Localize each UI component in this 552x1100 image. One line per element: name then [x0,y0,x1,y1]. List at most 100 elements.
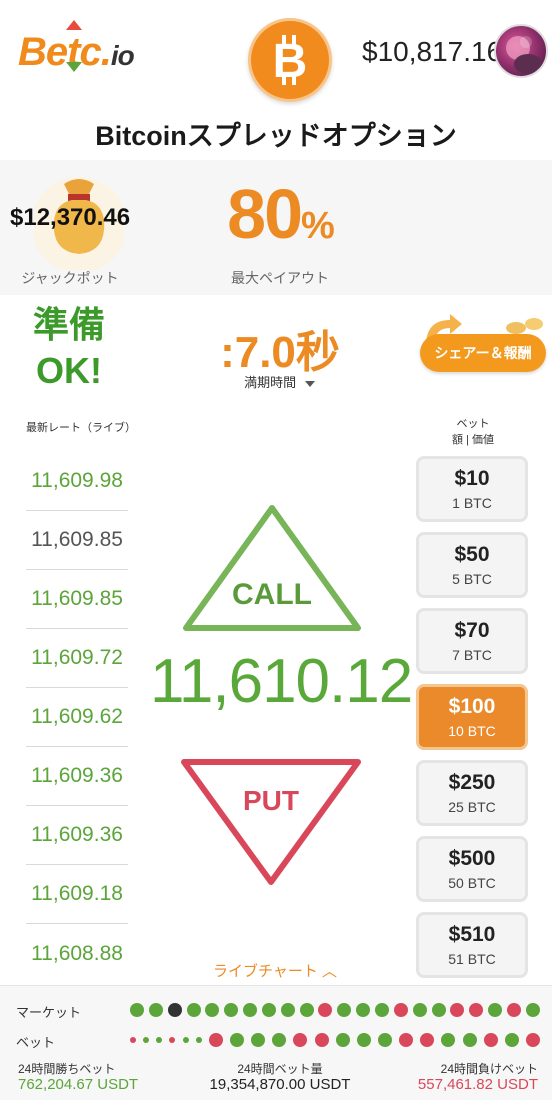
history-dot [261,1003,276,1017]
history-dot [431,1003,446,1017]
bet-amount: $10 [454,467,490,490]
market-label: マーケット [16,1005,82,1020]
bet-amount: $50 [454,543,490,566]
put-button[interactable]: PUT [178,756,364,888]
live-chart-toggle[interactable]: ライブチャート ︿ [190,960,360,981]
history-dot [148,1003,163,1017]
stats-panel: $12,370.46 ジャックポット 80% 最大ペイアウト [0,160,552,295]
bitcoin-icon: B [248,18,332,102]
rate-row: 11,609.36 [26,747,128,806]
history-dot [469,1003,484,1017]
history-dot [356,1003,371,1017]
history-dot [441,1033,456,1047]
history-dot [156,1037,163,1043]
rate-row: 11,609.98 [26,452,128,511]
rate-row: 11,609.36 [26,806,128,865]
bet-volume-stat: 24時間ベット量 19,354,870.00 USDT [192,1061,368,1093]
history-dot [525,1033,540,1047]
svg-text:B: B [273,35,308,87]
win-bets-stat: 24時間勝ちベット 762,204.67 USDT [18,1061,138,1093]
bet-amount: $250 [448,771,496,794]
payout-number: 80 [227,175,303,253]
footer-panel: マーケット ベット 24時間勝ちベット 762,204.67 USDT 24時間… [0,985,552,1100]
page-title: Bitcoinスプレッドオプション [95,121,457,151]
history-dot [374,1003,389,1017]
bet-amount: $100 [448,695,496,718]
bet-btc: 25 BTC [448,799,496,815]
bet-label: ベット [16,1035,56,1050]
bet-btc: 51 BTC [448,951,496,967]
avatar[interactable] [494,24,548,78]
bet-volume-value: 19,354,870.00 USDT [209,1076,351,1093]
history-dot [393,1003,408,1017]
loss-bets-label: 24時間負けベット [440,1062,538,1076]
history-dot [314,1033,329,1047]
bet-option[interactable]: $250 25 BTC [416,760,528,826]
history-dot [399,1033,414,1047]
expiry-dropdown[interactable]: 満期時間 [210,372,350,391]
history-dot [130,1037,136,1043]
max-payout-label: 最大ペイアウト [231,270,329,286]
history-dot [130,1003,144,1017]
bet-option[interactable]: $500 50 BTC [416,836,528,902]
rate-row: 11,609.18 [26,865,128,924]
live-rates-list: 11,609.98 11,609.85 11,609.85 11,609.72 … [26,452,128,983]
header: Betc.io B $10,817.16 [0,0,552,110]
history-dot [506,1003,521,1017]
bet-amount: $510 [448,923,496,946]
call-label: CALL [232,578,312,611]
history-dot [483,1033,498,1047]
history-dot [504,1033,519,1047]
rate-row: 11,609.62 [26,688,128,747]
bet-option-selected[interactable]: $100 10 BTC [416,684,528,750]
bet-amount: $70 [454,619,490,642]
bet-amount-list: $10 1 BTC $50 5 BTC $70 7 BTC $100 10 BTC $2… [416,456,528,988]
current-price: 11,610.12 [150,647,413,716]
history-dot [299,1003,314,1017]
history-dot [337,1003,352,1017]
bet-btc: 5 BTC [452,571,492,587]
bet-btc: 10 BTC [448,723,496,739]
bet-btc: 1 BTC [452,495,492,511]
ready-status: 準備 OK! [24,302,114,394]
rate-row: 11,609.72 [26,629,128,688]
history-dot [243,1003,258,1017]
call-button[interactable]: CALL [180,502,364,636]
history-dot [280,1003,295,1017]
bet-history [130,1030,540,1050]
bet-amount: $500 [448,847,496,870]
max-payout-value: 80% [210,174,350,254]
history-dot [224,1003,239,1017]
jackpot-label: ジャックポット [21,270,119,286]
history-dot [229,1033,244,1047]
history-dot [272,1033,287,1047]
bet-option[interactable]: $70 7 BTC [416,608,528,674]
ready-line2: OK! [36,350,102,391]
logo-arrows-icon [66,20,82,72]
history-dot [412,1003,427,1017]
bet-header-line1: ベット [456,418,490,430]
loss-bets-value: 557,461.82 USDT [417,1076,538,1093]
history-dot [182,1037,189,1043]
rate-row: 11,609.85 [26,570,128,629]
history-dot [195,1037,202,1043]
history-dot [335,1033,350,1047]
ready-line1: 準備 [32,304,105,345]
bet-option[interactable]: $510 51 BTC [416,912,528,978]
jackpot-value: $12,370.46 [10,204,131,231]
history-dot [293,1033,308,1047]
bet-header: ベット 額 | 価値 [430,416,516,448]
history-dot [462,1033,477,1047]
bet-btc: 50 BTC [448,875,496,891]
caret-down-icon [304,380,315,387]
bet-btc: 7 BTC [452,647,492,663]
share-reward-button[interactable]: シェアー＆報酬 [420,334,546,372]
bet-volume-label: 24時間ベット量 [237,1062,323,1076]
rate-row: 11,608.88 [31,941,123,965]
history-dot [356,1033,371,1047]
wallet-balance[interactable]: $10,817.16 [362,36,502,68]
bet-option[interactable]: $10 1 BTC [416,456,528,522]
history-dot [318,1003,333,1017]
bet-option[interactable]: $50 5 BTC [416,532,528,598]
put-label: PUT [243,785,299,816]
